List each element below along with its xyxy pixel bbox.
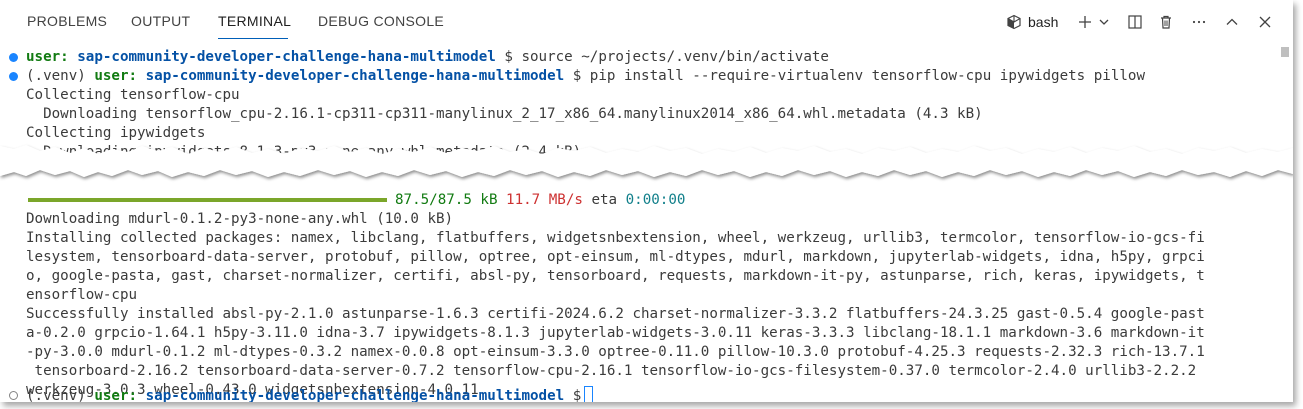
terminal-cursor [584,386,594,402]
command-success-decoration[interactable] [9,53,18,62]
tab-output[interactable]: OUTPUT [131,13,190,29]
chevron-down-icon[interactable] [1097,10,1111,34]
terminal-line: lesystem, tensorboard-data-server, proto… [26,249,1205,265]
tab-problems[interactable]: PROBLEMS [27,13,107,29]
terminal-line: (.venv) user: sap-community-developer-ch… [26,68,1146,84]
more-icon[interactable] [1190,10,1208,34]
terminal-line: Successfully installed absl-py-2.1.0 ast… [26,306,1205,322]
split-terminal-icon[interactable] [1126,10,1144,34]
tab-terminal[interactable]: TERMINAL [218,13,291,29]
terminal-line: Downloading mdurl-0.1.2-py3-none-any.whl… [26,211,454,227]
terminal-line: user: sap-community-developer-challenge-… [26,49,829,65]
command-pending-decoration[interactable] [9,391,18,400]
command-success-decoration[interactable] [9,72,18,81]
terminal-line: o, google-pasta, gast, charset-normalize… [26,268,1205,284]
add-terminal-icon[interactable] [1076,10,1094,34]
terminal-prompt-line[interactable]: (.venv) user: sap-community-developer-ch… [26,386,594,402]
terminal-line: Collecting tensorflow-cpu [26,87,240,103]
terminal-line: Downloading tensorflow_cpu-2.16.1-cp311-… [26,106,983,122]
maximize-panel-icon[interactable] [1223,10,1241,34]
shell-name-label: bash [1028,14,1059,30]
download-progress-line: 87.5/87.5 kB 11.7 MB/s eta 0:00:00 [26,191,685,210]
close-icon[interactable] [1256,10,1274,34]
trash-icon[interactable] [1157,10,1175,34]
terminal-line: a-0.2.0 grpcio-1.64.1 h5py-3.11.0 idna-3… [26,325,1205,341]
terminal-line: ensorflow-cpu [26,287,138,303]
tab-debug-console[interactable]: DEBUG CONSOLE [318,13,444,29]
torn-edge-overlay [0,145,1293,177]
terminal-panel: PROBLEMS OUTPUT TERMINAL DEBUG CONSOLE b… [0,0,1293,402]
terminal-line: tensorboard-2.16.2 tensorboard-data-serv… [26,363,1197,379]
progress-bar [28,198,387,202]
terminal-line: Installing collected packages: namex, li… [26,230,1205,246]
active-tab-indicator [218,38,288,39]
terminal-shell-icon [1006,14,1022,30]
panel-tab-bar: PROBLEMS OUTPUT TERMINAL DEBUG CONSOLE b… [0,0,1293,44]
terminal-scrollbar[interactable] [1281,47,1289,57]
terminal-line: -py-3.0.0 mdurl-0.1.2 ml-dtypes-0.3.2 na… [26,344,1205,360]
terminal-shell-selector[interactable]: bash [1006,10,1068,34]
